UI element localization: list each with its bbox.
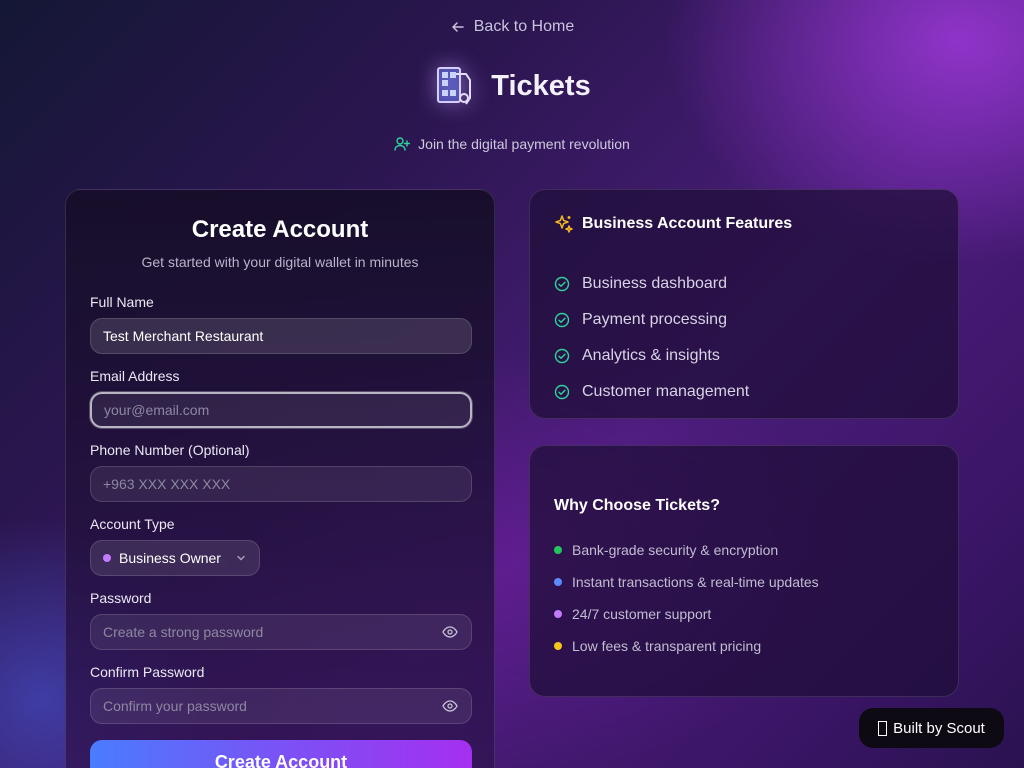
list-item: 24/7 customer support — [554, 598, 819, 630]
why-choose-panel: Why Choose Tickets? Bank-grade security … — [529, 445, 959, 697]
create-account-card: Create Account Get started with your dig… — [65, 189, 495, 768]
back-to-home-link[interactable]: Back to Home — [0, 18, 1024, 36]
business-features-panel: Business Account Features Business dashb… — [529, 189, 959, 419]
list-item: Payment processing — [554, 302, 749, 338]
features-title: Business Account Features — [582, 215, 793, 232]
bullet-dot — [554, 578, 562, 586]
confirm-password-label: Confirm Password — [90, 664, 205, 680]
brand-name: Tickets — [491, 69, 591, 102]
email-label: Email Address — [90, 368, 180, 384]
bullet-dot — [554, 642, 562, 650]
account-type-value: Business Owner — [119, 550, 221, 566]
brand: Tickets — [0, 62, 1024, 110]
why-item-label: Low fees & transparent pricing — [572, 638, 762, 654]
features-heading: Business Account Features — [554, 214, 792, 234]
why-item-label: Bank-grade security & encryption — [572, 542, 779, 558]
full-name-input[interactable] — [90, 318, 472, 354]
list-item: Customer management — [554, 374, 749, 410]
email-input[interactable] — [90, 392, 472, 428]
back-to-home-label: Back to Home — [473, 18, 575, 35]
why-title: Why Choose Tickets? — [554, 497, 720, 514]
list-item: Low fees & transparent pricing — [554, 630, 819, 662]
check-circle-icon — [554, 312, 570, 328]
password-label: Password — [90, 590, 152, 606]
feature-label: Analytics & insights — [582, 347, 720, 364]
check-circle-icon — [554, 276, 570, 292]
account-type-select[interactable]: Business Owner — [90, 540, 260, 576]
built-by-scout-label: Built by Scout — [893, 719, 985, 737]
password-input[interactable] — [90, 614, 472, 650]
chevron-down-icon — [237, 555, 245, 561]
tagline: Join the digital payment revolution — [0, 136, 1024, 152]
full-name-label: Full Name — [90, 294, 154, 310]
sparkles-icon — [555, 215, 573, 233]
user-plus-icon — [394, 137, 411, 151]
phone-input[interactable] — [90, 466, 472, 502]
features-list: Business dashboard Payment processing An… — [554, 266, 749, 410]
scout-logo-icon — [878, 720, 888, 736]
feature-label: Customer management — [582, 383, 750, 400]
form-title: Create Account — [191, 216, 369, 243]
account-type-label: Account Type — [90, 516, 175, 532]
check-circle-icon — [554, 348, 570, 364]
list-item: Analytics & insights — [554, 338, 749, 374]
account-type-dot — [103, 554, 111, 562]
confirm-password-input[interactable] — [90, 688, 472, 724]
list-item: Bank-grade security & encryption — [554, 534, 819, 566]
why-item-label: Instant transactions & real-time updates — [572, 574, 819, 590]
feature-label: Payment processing — [582, 311, 727, 328]
create-account-button[interactable]: Create Account — [90, 740, 472, 768]
built-by-scout-badge[interactable]: Built by Scout — [859, 708, 1004, 748]
bullet-dot — [554, 610, 562, 618]
tagline-text: Join the digital payment revolution — [418, 136, 630, 152]
eye-icon[interactable] — [442, 698, 458, 714]
list-item: Instant transactions & real-time updates — [554, 566, 819, 598]
feature-label: Business dashboard — [582, 275, 727, 292]
eye-icon[interactable] — [442, 624, 458, 640]
arrow-left-icon — [452, 22, 464, 32]
why-item-label: 24/7 customer support — [572, 606, 712, 622]
check-circle-icon — [554, 384, 570, 400]
bullet-dot — [554, 546, 562, 554]
why-list: Bank-grade security & encryption Instant… — [554, 534, 819, 662]
form-subtitle: Get started with your digital wallet in … — [141, 254, 419, 270]
phone-label: Phone Number (Optional) — [90, 442, 250, 458]
qr-ticket-icon — [433, 62, 477, 110]
list-item: Business dashboard — [554, 266, 749, 302]
